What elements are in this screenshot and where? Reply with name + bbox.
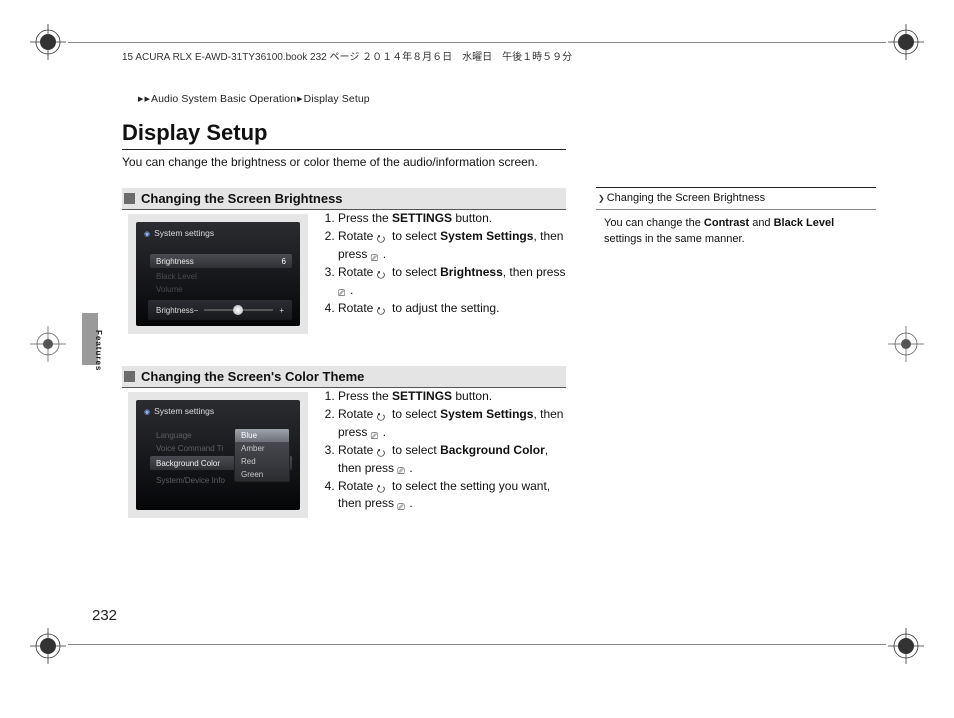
plus-icon: + <box>279 306 284 315</box>
list-item: Volume <box>150 282 292 296</box>
menu-item: Blue <box>235 429 289 442</box>
push-button-icon <box>371 427 383 437</box>
rotate-dial-icon <box>377 267 389 277</box>
list-item: Brightness 6 <box>150 254 292 268</box>
slider-track <box>204 309 273 311</box>
crop-line <box>68 42 886 43</box>
text: and <box>749 217 773 229</box>
sidebar-heading-label: Changing the Screen Brightness <box>607 191 765 206</box>
step-item: Press the SETTINGS button. <box>338 210 570 227</box>
crop-line <box>68 644 886 645</box>
step-item: Rotate to adjust the setting. <box>338 300 570 317</box>
section-heading-color-theme: Changing the Screen's Color Theme <box>122 366 566 388</box>
screen-title: System settings <box>144 406 214 416</box>
section-tab-label: Features <box>94 330 103 371</box>
sidebar-body: You can change the Contrast and Black Le… <box>596 210 876 247</box>
page-title: Display Setup <box>122 120 267 146</box>
row-label: Background Color <box>156 459 220 468</box>
registration-mark-icon <box>888 628 924 664</box>
push-button-icon <box>338 284 350 294</box>
menu-item: Red <box>235 455 289 468</box>
registration-mark-icon <box>30 326 66 362</box>
row-label: Brightness <box>156 257 194 266</box>
list-item: Black Level <box>150 269 292 283</box>
text-bold: Black Level <box>774 217 835 229</box>
section-heading-brightness: Changing the Screen Brightness <box>122 188 566 210</box>
registration-mark-icon <box>888 326 924 362</box>
breadcrumb-item: Audio System Basic Operation <box>151 93 296 105</box>
row-label: Black Level <box>156 272 197 281</box>
step-item: Rotate to select System Settings, then p… <box>338 406 570 441</box>
row-value: 6 <box>282 257 286 266</box>
slider-widget: Brightness − + <box>148 300 292 320</box>
row-label: Voice Command Ti <box>156 444 223 453</box>
steps-list-brightness: Press the SETTINGS button.Rotate to sele… <box>322 210 570 318</box>
divider <box>122 149 566 150</box>
registration-mark-icon <box>30 24 66 60</box>
chevron-right-icon <box>598 191 605 206</box>
step-item: Rotate to select Background Color, then … <box>338 442 570 477</box>
sidebar-note: Changing the Screen Brightness You can c… <box>596 187 876 247</box>
dropdown-menu: Blue Amber Red Green <box>234 428 290 482</box>
minus-icon: − <box>194 306 199 315</box>
page-number: 232 <box>92 607 117 624</box>
text: You can change the <box>604 217 704 229</box>
push-button-icon <box>397 462 409 472</box>
screenshot-color-theme: System settings Language Voice Command T… <box>128 392 308 518</box>
section-heading-label: Changing the Screen's Color Theme <box>141 369 364 384</box>
registration-mark-icon <box>888 24 924 60</box>
section-heading-label: Changing the Screen Brightness <box>141 191 343 206</box>
row-label: System/Device Info <box>156 476 225 485</box>
rotate-dial-icon <box>377 445 389 455</box>
row-label: Language <box>156 431 192 440</box>
row-label: Volume <box>156 285 183 294</box>
step-item: Rotate to select the setting you want, t… <box>338 478 570 513</box>
step-item: Press the SETTINGS button. <box>338 388 570 405</box>
breadcrumb-item: Display Setup <box>304 93 370 105</box>
breadcrumb: Audio System Basic Operation Display Setu… <box>138 93 370 105</box>
rotate-dial-icon <box>377 409 389 419</box>
step-item: Rotate to select System Settings, then p… <box>338 228 570 263</box>
intro-text: You can change the brightness or color t… <box>122 154 566 170</box>
push-button-icon <box>397 498 409 508</box>
square-bullet-icon <box>124 371 135 382</box>
push-button-icon <box>371 249 383 259</box>
registration-mark-icon <box>30 628 66 664</box>
menu-item: Amber <box>235 442 289 455</box>
screen-title: System settings <box>144 228 214 238</box>
sidebar-heading: Changing the Screen Brightness <box>596 187 876 210</box>
text: settings in the same manner. <box>604 233 745 245</box>
text-bold: Contrast <box>704 217 749 229</box>
screenshot-brightness: System settings Brightness 6 Black Level… <box>128 214 308 334</box>
square-bullet-icon <box>124 193 135 204</box>
screen-surface: System settings Brightness 6 Black Level… <box>136 222 300 326</box>
step-item: Rotate to select Brightness, then press … <box>338 264 570 299</box>
print-header-text: 15 ACURA RLX E-AWD-31TY36100.book 232 ペー… <box>122 48 572 63</box>
menu-item: Green <box>235 468 289 481</box>
rotate-dial-icon <box>377 303 389 313</box>
rotate-dial-icon <box>377 481 389 491</box>
slider-label: Brightness <box>156 306 194 315</box>
screen-surface: System settings Language Voice Command T… <box>136 400 300 510</box>
steps-list-color-theme: Press the SETTINGS button.Rotate to sele… <box>322 388 570 514</box>
rotate-dial-icon <box>377 231 389 241</box>
